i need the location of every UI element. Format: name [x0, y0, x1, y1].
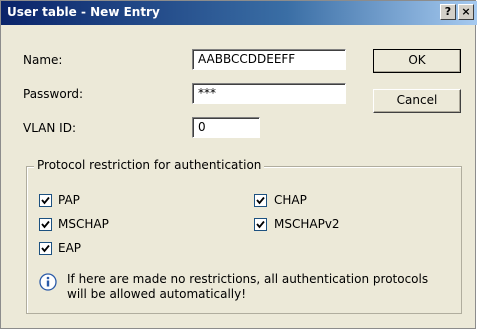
mschap-label: MSCHAP [58, 217, 109, 231]
info-icon [39, 273, 57, 291]
pap-checkbox[interactable] [39, 194, 52, 207]
name-field[interactable]: AABBCCDDEEFF [192, 49, 346, 70]
close-button[interactable]: × [458, 4, 474, 20]
help-button[interactable]: ? [440, 4, 456, 20]
password-label: Password: [23, 87, 84, 101]
checkmark-icon [41, 220, 50, 229]
title-bar[interactable]: User table - New Entry ? × [1, 1, 477, 25]
vlan-id-field[interactable]: 0 [192, 117, 260, 138]
vlan-id-label: VLAN ID: [23, 121, 76, 135]
cancel-button[interactable]: Cancel [373, 89, 461, 113]
dialog-window: User table - New Entry ? × Name: AABBCCD… [0, 0, 477, 329]
mschap-checkbox[interactable] [39, 218, 52, 231]
eap-checkbox[interactable] [39, 242, 52, 255]
checkmark-icon [256, 196, 265, 205]
mschapv2-label: MSCHAPv2 [274, 217, 340, 231]
window-title: User table - New Entry [7, 5, 160, 19]
pap-label: PAP [58, 193, 80, 207]
checkmark-icon [41, 196, 50, 205]
protocol-group-label: Protocol restriction for authentication [34, 158, 265, 172]
mschapv2-checkbox[interactable] [254, 218, 267, 231]
name-label: Name: [23, 53, 63, 67]
chap-label: CHAP [274, 193, 307, 207]
checkmark-icon [41, 244, 50, 253]
eap-label: EAP [58, 241, 82, 255]
checkmark-icon [256, 220, 265, 229]
password-field[interactable]: *** [192, 83, 346, 104]
info-message: If here are made no restrictions, all au… [67, 272, 429, 301]
chap-checkbox[interactable] [254, 194, 267, 207]
ok-button[interactable]: OK [373, 49, 461, 73]
